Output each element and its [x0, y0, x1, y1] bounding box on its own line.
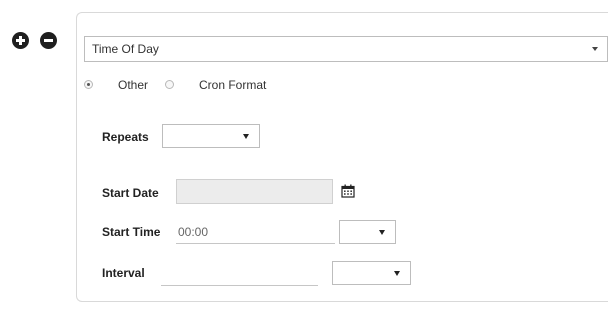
caret-down-icon: [394, 271, 400, 276]
schedule-type-select[interactable]: Time Of Day: [84, 36, 608, 62]
start-time-label: Start Time: [102, 225, 161, 239]
radio-cron-format[interactable]: [165, 80, 174, 89]
schedule-type-value: Time Of Day: [92, 42, 159, 56]
start-time-input[interactable]: 00:00: [176, 222, 335, 244]
interval-label: Interval: [102, 266, 145, 280]
radio-other[interactable]: [84, 80, 93, 89]
calendar-icon[interactable]: [341, 184, 355, 198]
caret-down-icon: [379, 230, 385, 235]
start-time-unit-select[interactable]: [339, 220, 396, 244]
chevron-down-icon: [592, 47, 598, 51]
interval-input[interactable]: [161, 264, 318, 286]
radio-other-label: Other: [118, 78, 149, 92]
repeats-label: Repeats: [102, 130, 149, 144]
caret-down-icon: [243, 134, 249, 139]
add-icon[interactable]: [12, 32, 29, 49]
remove-icon[interactable]: [40, 32, 57, 49]
interval-unit-select[interactable]: [332, 261, 411, 285]
radio-cron-format-label: Cron Format: [199, 78, 267, 92]
start-date-label: Start Date: [102, 186, 159, 200]
repeats-select[interactable]: [162, 124, 260, 148]
start-date-input[interactable]: [176, 179, 333, 204]
